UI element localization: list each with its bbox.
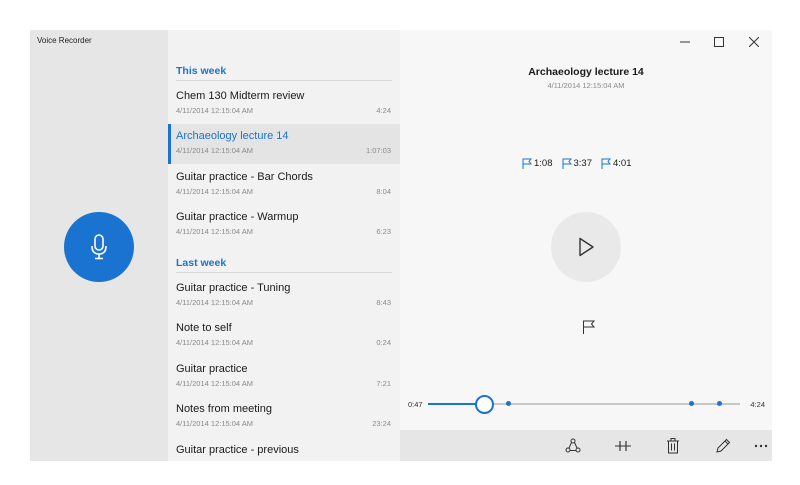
- recording-name: Guitar practice - Bar Chords: [176, 171, 313, 183]
- marker-time: 1:08: [534, 158, 553, 169]
- record-button[interactable]: [64, 212, 134, 282]
- recording-item[interactable]: Note to self 4/11/2014 12:15:04 AM 0:24: [168, 316, 400, 356]
- recording-name: Chem 130 Midterm review: [176, 90, 305, 102]
- voice-recorder-window: Voice Recorder This week Chem 130 Midter…: [30, 30, 772, 461]
- slider-marker: [688, 401, 694, 406]
- recording-name: Notes from meeting: [176, 403, 272, 415]
- recordings-list[interactable]: This week Chem 130 Midterm review 4/11/2…: [168, 30, 400, 461]
- recording-duration: 8:04: [376, 187, 391, 196]
- group-header-this-week: This week: [176, 65, 392, 81]
- recording-item[interactable]: Guitar practice - previous: [168, 438, 400, 461]
- playback-slider[interactable]: [428, 395, 740, 414]
- current-time: 0:47: [408, 400, 423, 409]
- flag-icon: [582, 320, 595, 334]
- flag-icon: [522, 158, 532, 169]
- trim-button[interactable]: [612, 436, 634, 456]
- recording-duration: 0:24: [376, 338, 391, 347]
- delete-button[interactable]: [662, 436, 684, 456]
- share-button[interactable]: [562, 436, 584, 456]
- recording-date: 4/11/2014 12:15:04 AM: [176, 227, 254, 236]
- trash-icon: [667, 438, 679, 454]
- recording-item[interactable]: Guitar practice - Tuning 4/11/2014 12:15…: [168, 276, 400, 316]
- more-options-button[interactable]: [750, 436, 772, 456]
- recording-title: Archaeology lecture 14: [528, 66, 644, 78]
- recording-name: Guitar practice - previous: [176, 444, 299, 456]
- trim-icon: [615, 441, 631, 451]
- ellipsis-icon: [754, 444, 768, 448]
- recording-date: 4/11/2014 12:15:04 AM: [176, 338, 254, 347]
- flag-icon: [601, 158, 611, 169]
- recording-item[interactable]: Notes from meeting 4/11/2014 12:15:04 AM…: [168, 397, 400, 437]
- record-pane: Voice Recorder: [30, 30, 168, 461]
- marker-1[interactable]: 1:08: [522, 158, 553, 169]
- flag-icon: [562, 158, 572, 169]
- recording-date: 4/11/2014 12:15:04 AM: [176, 419, 254, 428]
- play-icon: [579, 237, 594, 257]
- microphone-icon: [91, 234, 107, 260]
- slider-marker: [716, 401, 722, 406]
- marker-3[interactable]: 4:01: [601, 158, 632, 169]
- marker-2[interactable]: 3:37: [562, 158, 593, 169]
- recording-name: Archaeology lecture 14: [176, 130, 289, 142]
- recording-name: Note to self: [176, 322, 232, 334]
- recording-duration: 7:21: [376, 379, 391, 388]
- recording-item[interactable]: Chem 130 Midterm review 4/11/2014 12:15:…: [168, 84, 400, 124]
- recording-duration: 1:07:03: [365, 146, 391, 155]
- add-marker-button[interactable]: [578, 317, 598, 337]
- bottom-toolbar: [400, 430, 772, 461]
- recording-date: 4/11/2014 12:15:04 AM: [176, 187, 254, 196]
- maximize-button[interactable]: [704, 33, 734, 51]
- recording-item[interactable]: Guitar practice 4/11/2014 12:15:04 AM 7:…: [168, 357, 400, 397]
- slider-marker: [505, 401, 511, 406]
- minimize-icon: [680, 41, 690, 43]
- total-time: 4:24: [750, 400, 765, 409]
- rename-button[interactable]: [712, 436, 734, 456]
- share-icon: [565, 438, 581, 453]
- recording-duration: 6:23: [376, 227, 391, 236]
- recording-date: 4/11/2014 12:15:04 AM: [176, 106, 254, 115]
- recording-duration: 4:24: [376, 106, 391, 115]
- recording-date: 4/11/2014 12:15:04 AM: [176, 298, 254, 307]
- marker-time: 4:01: [613, 158, 632, 169]
- recording-duration: 8:43: [376, 298, 391, 307]
- marker-time: 3:37: [573, 158, 593, 169]
- playback-pane: Archaeology lecture 14 4/11/2014 12:15:0…: [400, 30, 772, 461]
- recording-item[interactable]: Guitar practice - Warmup 4/11/2014 12:15…: [168, 205, 400, 245]
- recording-name: Guitar practice: [176, 363, 248, 375]
- recording-name: Guitar practice - Tuning: [176, 282, 291, 294]
- markers-list: 1:08 3:37 4:01: [522, 158, 632, 169]
- recording-item[interactable]: Guitar practice - Bar Chords 4/11/2014 1…: [168, 165, 400, 205]
- slider-thumb[interactable]: [474, 395, 494, 414]
- pencil-icon: [716, 438, 731, 453]
- close-icon: [749, 37, 759, 47]
- group-header-last-week: Last week: [176, 257, 392, 273]
- minimize-button[interactable]: [670, 33, 700, 51]
- app-title: Voice Recorder: [37, 36, 92, 45]
- play-button[interactable]: [551, 212, 621, 282]
- maximize-icon: [714, 37, 724, 47]
- recording-date: 4/11/2014 12:15:04 AM: [176, 146, 254, 155]
- recording-item-selected[interactable]: Archaeology lecture 14 4/11/2014 12:15:0…: [168, 124, 400, 164]
- close-button[interactable]: [739, 33, 769, 51]
- recording-date: 4/11/2014 12:15:04 AM: [176, 379, 254, 388]
- recording-name: Guitar practice - Warmup: [176, 211, 299, 223]
- recording-duration: 23:24: [372, 419, 391, 428]
- recording-date: 4/11/2014 12:15:04 AM: [547, 81, 625, 90]
